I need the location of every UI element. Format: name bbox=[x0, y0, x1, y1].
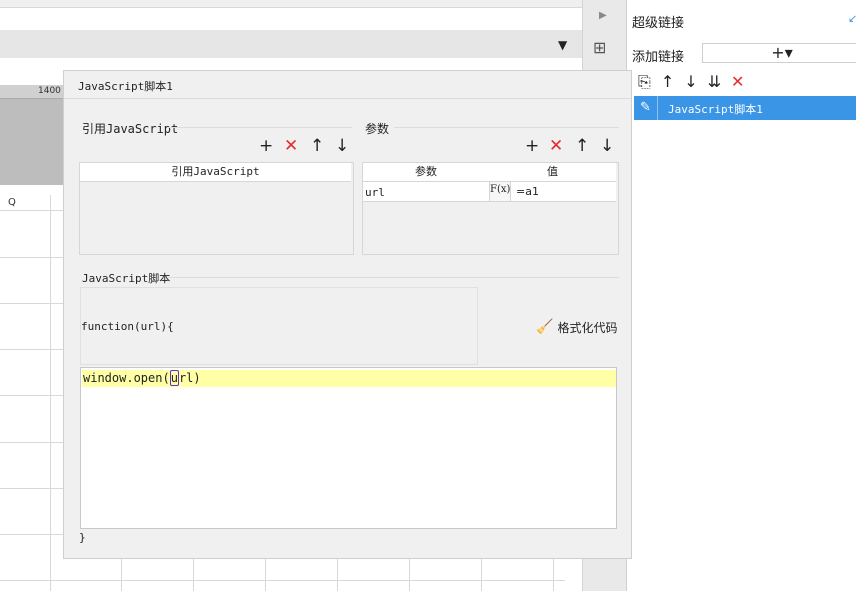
function-header: function(url){ bbox=[81, 320, 174, 333]
collapse-arrow-icon[interactable]: ▶ bbox=[599, 10, 607, 21]
broom-icon: 🧹 bbox=[536, 319, 554, 335]
code-editor[interactable]: window.open(url) bbox=[80, 367, 617, 529]
formula-icon[interactable]: F(x) bbox=[489, 182, 511, 201]
delete-param-icon[interactable]: ✕ bbox=[549, 138, 563, 155]
ref-js-column-header: 引用JavaScript bbox=[80, 163, 351, 182]
arrow-down-icon[interactable]: ↓ bbox=[684, 72, 697, 92]
param-table[interactable]: 参数 值 url F(x) =a1 bbox=[362, 162, 619, 255]
param-column-header: 参数 bbox=[363, 163, 490, 182]
link-list-item-label: JavaScript脚本1 bbox=[668, 103, 763, 116]
dropdown-toggle-icon[interactable]: ▼ bbox=[558, 38, 567, 52]
panel-tools: ⎘ ↑ ↓ ⇊ ✕ bbox=[638, 72, 744, 92]
add-link-button[interactable]: +▾ bbox=[702, 43, 856, 63]
param-value-cell[interactable]: =a1 bbox=[516, 185, 539, 198]
code-after-cursor: rl) bbox=[178, 371, 201, 385]
format-code-label: 格式化代码 bbox=[557, 320, 618, 335]
ruler-area bbox=[0, 85, 64, 185]
pin-icon[interactable]: ↙ bbox=[848, 12, 856, 25]
delete-icon[interactable]: ✕ bbox=[284, 138, 298, 155]
top-bar bbox=[0, 0, 582, 8]
column-header-q: Q bbox=[8, 197, 16, 208]
value-column-header: 值 bbox=[489, 163, 616, 182]
code-line[interactable]: window.open(url) bbox=[83, 370, 201, 386]
add-icon[interactable]: + bbox=[259, 138, 273, 155]
panel-title: 超级链接 bbox=[632, 16, 685, 31]
table-row[interactable]: url F(x) =a1 bbox=[363, 182, 616, 202]
editor-toolbar: ▼ bbox=[0, 30, 582, 58]
code-before-cursor: window.open( bbox=[83, 371, 170, 385]
arrow-down-icon[interactable]: ↓ bbox=[335, 138, 349, 155]
function-footer: } bbox=[79, 531, 86, 544]
arrow-down-icon[interactable]: ↓ bbox=[600, 138, 614, 155]
add-link-label: 添加链接 bbox=[632, 50, 685, 65]
title-divider bbox=[64, 98, 631, 99]
ref-js-section-label: 引用JavaScript bbox=[82, 122, 179, 136]
param-name-cell[interactable]: url bbox=[365, 186, 385, 199]
copy-icon[interactable]: ⎘ bbox=[638, 72, 651, 92]
function-header-box: function(url){ bbox=[80, 287, 478, 365]
ref-js-table[interactable]: 引用JavaScript bbox=[79, 162, 354, 255]
layout-icon[interactable]: ⊞ bbox=[593, 38, 606, 57]
link-list-item[interactable]: ✎ JavaScript脚本1 bbox=[634, 96, 856, 120]
arrow-up-icon[interactable]: ↑ bbox=[661, 72, 674, 92]
sort-icon[interactable]: ⇊ bbox=[708, 72, 721, 92]
dialog-title: JavaScript脚本1 bbox=[78, 80, 173, 93]
delete-icon[interactable]: ✕ bbox=[731, 72, 744, 92]
cursor-char: u bbox=[169, 370, 179, 386]
ruler-tick-label: 1400 bbox=[38, 86, 61, 96]
format-code-button[interactable]: 🧹 格式化代码 bbox=[536, 318, 617, 336]
add-param-icon[interactable]: + bbox=[525, 138, 539, 155]
script-section-label: JavaScript脚本 bbox=[82, 272, 171, 285]
edit-icon: ✎ bbox=[634, 96, 658, 120]
arrow-up-icon[interactable]: ↑ bbox=[575, 138, 589, 155]
arrow-up-icon[interactable]: ↑ bbox=[310, 138, 324, 155]
param-section-label: 参数 bbox=[365, 122, 390, 136]
